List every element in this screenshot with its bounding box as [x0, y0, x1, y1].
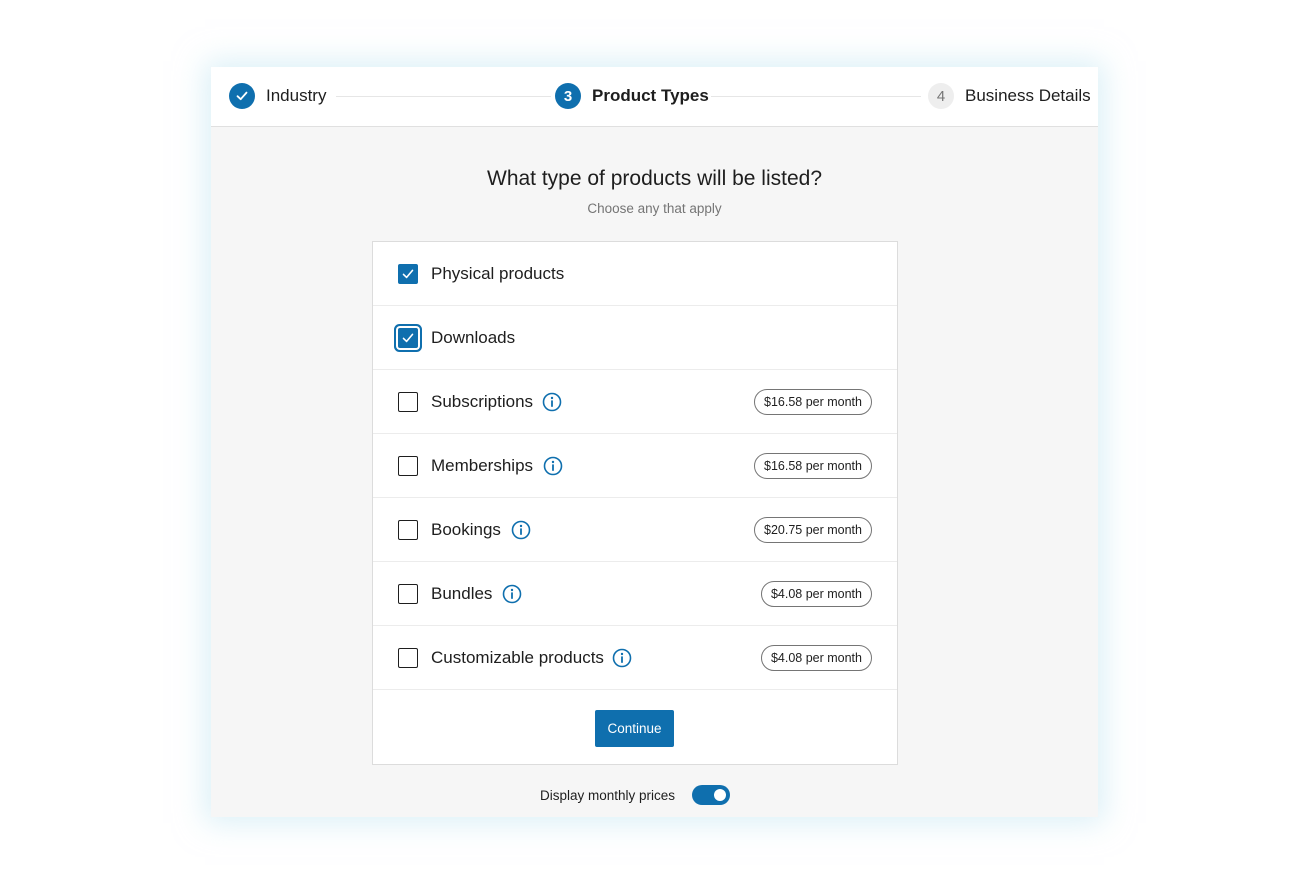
info-icon[interactable]: [542, 392, 562, 412]
step-label: Product Types: [592, 86, 709, 105]
downloads-checkbox[interactable]: [398, 328, 418, 348]
product-option-memberships[interactable]: Memberships $16.58 per month: [373, 434, 897, 498]
bundles-checkbox[interactable]: [398, 584, 418, 604]
continue-button[interactable]: Continue: [595, 710, 674, 747]
price-badge: $20.75 per month: [754, 517, 872, 543]
product-option-downloads[interactable]: Downloads: [373, 306, 897, 370]
product-option-physical[interactable]: Physical products: [373, 242, 897, 306]
product-option-label: Bundles: [431, 584, 493, 603]
product-option-label: Subscriptions: [431, 392, 534, 411]
product-option-label: Physical products: [431, 264, 565, 283]
step-label: Industry: [266, 86, 327, 105]
customizable-products-checkbox[interactable]: [398, 648, 418, 668]
bookings-checkbox[interactable]: [398, 520, 418, 540]
product-types-card: Physical products Downloads Subscription…: [372, 241, 898, 765]
step-industry[interactable]: Industry: [229, 83, 326, 109]
price-badge: $16.58 per month: [754, 389, 872, 415]
toggle-knob: [714, 789, 727, 801]
monthly-prices-toggle[interactable]: [692, 785, 731, 805]
page-subtitle: Choose any that apply: [587, 201, 722, 216]
info-icon[interactable]: [612, 648, 632, 668]
product-option-label: Downloads: [431, 328, 516, 347]
product-option-bookings[interactable]: Bookings $20.75 per month: [373, 498, 897, 562]
price-badge: $4.08 per month: [760, 645, 872, 671]
product-option-bundles[interactable]: Bundles $4.08 per month: [373, 562, 897, 626]
step-business-details[interactable]: 4 Business Details: [928, 83, 1091, 109]
product-option-customizable[interactable]: Customizable products $4.08 per month: [373, 626, 897, 690]
checkmark-icon: [402, 333, 414, 343]
monthly-prices-toggle-row: Display monthly prices: [540, 783, 731, 807]
product-option-label: Bookings: [431, 520, 501, 539]
product-option-subscriptions[interactable]: Subscriptions $16.58 per month: [373, 370, 897, 434]
step-number: 4: [928, 83, 954, 109]
step-number: 3: [555, 83, 581, 109]
info-icon[interactable]: [543, 456, 563, 476]
stepper-connector: [336, 96, 551, 97]
subscriptions-checkbox[interactable]: [398, 392, 418, 412]
step-product-types[interactable]: 3 Product Types: [555, 83, 709, 109]
price-badge: $16.58 per month: [754, 453, 872, 479]
checkmark-icon: [402, 269, 414, 279]
product-option-label: Customizable products: [431, 648, 604, 667]
stepper-connector: [711, 96, 921, 97]
step-label: Business Details: [965, 86, 1091, 105]
page-title: What type of products will be listed?: [487, 167, 822, 190]
setup-wizard-window: Industry 3 Product Types 4 Business Deta…: [211, 67, 1098, 817]
check-icon: [229, 83, 255, 109]
info-icon[interactable]: [511, 520, 531, 540]
toggle-label: Display monthly prices: [540, 787, 676, 803]
memberships-checkbox[interactable]: [398, 456, 418, 476]
physical-products-checkbox[interactable]: [398, 264, 418, 284]
price-badge: $4.08 per month: [760, 581, 872, 607]
info-icon[interactable]: [502, 584, 522, 604]
product-option-label: Memberships: [431, 456, 534, 475]
stepper: Industry 3 Product Types 4 Business Deta…: [211, 67, 1098, 127]
